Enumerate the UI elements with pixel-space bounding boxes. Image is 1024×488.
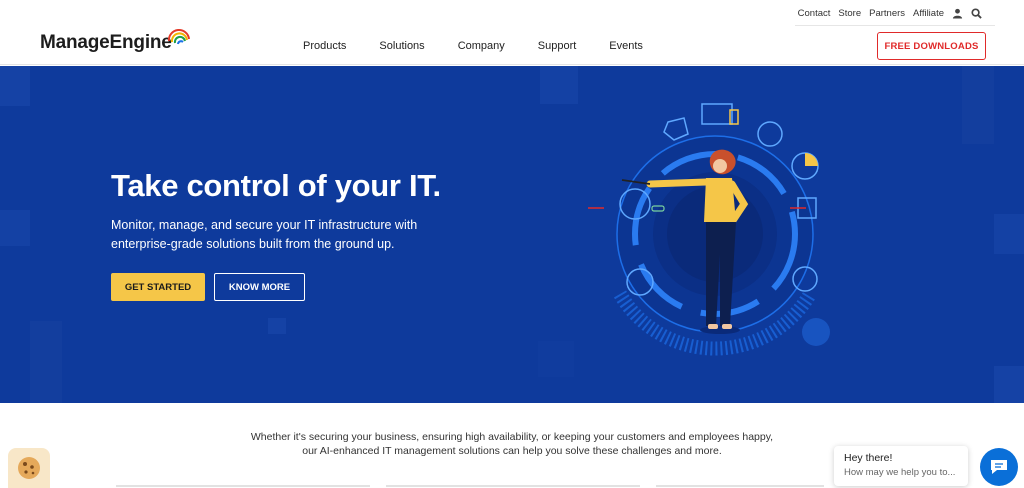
cookie-consent-button[interactable] [8, 448, 50, 488]
chat-greeting-bubble[interactable]: Hey there! How may we help you to... [834, 446, 968, 486]
nav-company[interactable]: Company [458, 40, 505, 52]
util-partners-link[interactable]: Partners [869, 8, 905, 19]
logo-rainbow-icon [167, 29, 190, 45]
card-top-border [116, 485, 370, 487]
chat-greeting: Hey there! [844, 452, 893, 464]
site-header: ManageEngine Contact Store Partners Affi… [0, 0, 1024, 65]
util-affiliate-link[interactable]: Affiliate [913, 8, 944, 19]
logo[interactable]: ManageEngine [40, 32, 172, 54]
hero-banner: Take control of your IT. Monitor, manage… [0, 66, 1024, 403]
cookie-icon [18, 457, 40, 479]
card-top-border [656, 485, 824, 487]
hero-title: Take control of your IT. [111, 168, 441, 203]
chat-icon [991, 460, 1007, 474]
hero-subtitle: Monitor, manage, and secure your IT infr… [111, 218, 418, 251]
nav-solutions[interactable]: Solutions [379, 40, 424, 52]
card-top-border [386, 485, 640, 487]
nav-products[interactable]: Products [303, 40, 346, 52]
chat-prompt: How may we help you to... [844, 467, 956, 478]
util-store-link[interactable]: Store [838, 8, 861, 19]
nav-support[interactable]: Support [538, 40, 577, 52]
main-nav: Products Solutions Company Support Event… [303, 40, 643, 52]
get-started-button[interactable]: GET STARTED [111, 273, 205, 301]
intro-line-2: our AI-enhanced IT management solutions … [302, 445, 722, 457]
know-more-button[interactable]: KNOW MORE [214, 273, 305, 301]
util-contact-link[interactable]: Contact [798, 8, 831, 19]
hero-illustration [588, 103, 830, 356]
intro-text: Whether it's securing your business, ens… [200, 430, 824, 458]
intro-line-1: Whether it's securing your business, ens… [250, 431, 774, 443]
utility-nav: Contact Store Partners Affiliate [798, 8, 982, 19]
utility-divider [795, 25, 995, 26]
free-downloads-button[interactable]: FREE DOWNLOADS [877, 32, 986, 60]
user-icon[interactable] [952, 8, 963, 19]
chat-launcher-button[interactable] [980, 448, 1018, 486]
search-icon[interactable] [971, 8, 982, 19]
nav-events[interactable]: Events [609, 40, 643, 52]
